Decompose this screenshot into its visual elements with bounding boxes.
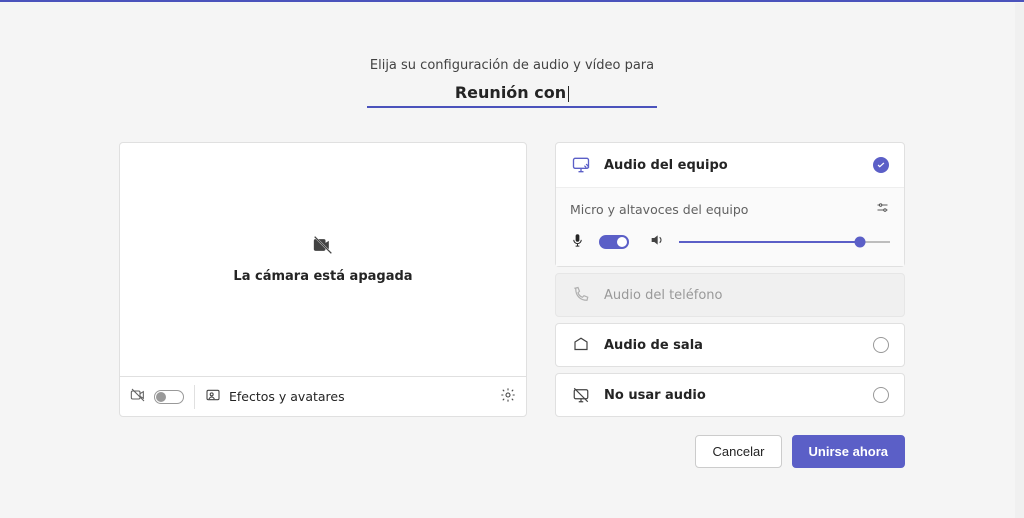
computer-audio-card: Audio del equipo Micro y altavoces del e… [555,142,905,267]
camera-toggle[interactable] [154,390,184,404]
camera-toggle-icon [130,387,146,407]
no-audio-card: No usar audio [555,373,905,417]
no-audio-option[interactable]: No usar audio [556,374,904,416]
video-settings-button[interactable] [500,387,516,407]
audio-options-panel: Audio del equipo Micro y altavoces del e… [555,142,905,417]
text-caret [568,86,569,102]
phone-audio-option: Audio del teléfono [556,274,904,316]
camera-off-text: La cámara está apagada [233,269,412,284]
computer-audio-label: Audio del equipo [604,158,872,173]
microphone-icon [570,233,585,252]
computer-audio-option[interactable]: Audio del equipo [556,143,904,187]
computer-audio-selected-icon [872,156,890,174]
effects-icon [205,387,221,407]
computer-audio-settings: Micro y altavoces del equipo [556,187,904,266]
phone-audio-icon [570,286,592,304]
computer-audio-icon [570,155,592,175]
volume-slider[interactable] [679,235,890,249]
audio-device-settings-button[interactable] [875,200,890,218]
no-audio-label: No usar audio [604,388,872,403]
effects-button[interactable]: Efectos y avatares [205,387,345,407]
no-audio-radio[interactable] [872,386,890,404]
vertical-scrollbar[interactable] [1015,3,1024,518]
meeting-title-text: Reunión con [455,83,566,102]
cancel-button[interactable]: Cancelar [695,435,781,468]
room-audio-icon [570,336,592,354]
speaker-icon [649,232,665,252]
effects-label: Efectos y avatares [229,389,345,404]
meeting-title-input[interactable]: Reunión con [367,83,657,108]
phone-audio-card: Audio del teléfono [555,273,905,317]
video-preview-panel: La cámara está apagada Efectos y avatare… [119,142,527,417]
footer-actions: Cancelar Unirse ahora [119,435,905,468]
room-audio-label: Audio de sala [604,338,872,353]
phone-audio-label: Audio del teléfono [604,288,890,303]
config-subtitle: Elija su configuración de audio y vídeo … [370,58,654,73]
toolbar-divider [194,385,195,409]
no-audio-icon [570,386,592,404]
video-off-icon [313,235,333,259]
video-toolbar: Efectos y avatares [120,376,526,416]
room-audio-card: Audio de sala [555,323,905,367]
room-audio-option[interactable]: Audio de sala [556,324,904,366]
microphone-toggle[interactable] [599,235,629,249]
devices-label: Micro y altavoces del equipo [570,202,748,217]
room-audio-radio[interactable] [872,336,890,354]
join-now-button[interactable]: Unirse ahora [792,435,905,468]
video-preview-area: La cámara está apagada [120,143,526,376]
